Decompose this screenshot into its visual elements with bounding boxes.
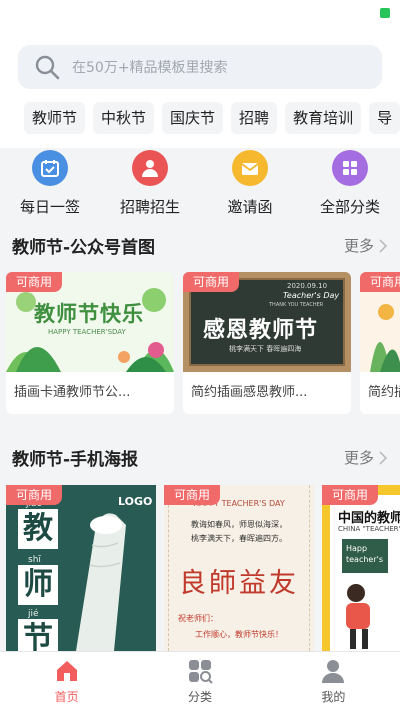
template-card[interactable]: 可商用 教师节快乐 HAPPY TEACHER'SDAY 插画卡通教师节公... — [6, 272, 174, 414]
grid-icon — [332, 150, 368, 186]
quick-label: 全部分类 — [319, 198, 380, 216]
card-title: 插画卡通教师节公... — [14, 385, 131, 400]
art-title: 教师节快乐 — [34, 302, 144, 326]
poster-card[interactable]: 可商用 中国的教师 CHINA "TEACHER" Happ teacher's — [322, 485, 400, 651]
wechat-cover-row: 可商用 教师节快乐 HAPPY TEACHER'SDAY 插画卡通教师节公...… — [6, 272, 400, 414]
header: 在50万+精品模板里搜索 教师节 中秋节 国庆节 招聘 教育培训 导 — [0, 0, 400, 148]
chip-more[interactable]: 导 — [369, 102, 400, 134]
home-icon — [56, 661, 77, 681]
chip-mid-autumn[interactable]: 中秋节 — [93, 102, 155, 134]
chevron-right-icon — [379, 450, 388, 465]
template-card[interactable]: 可商用 简约插... — [360, 272, 400, 414]
pinyin-2: shī — [28, 555, 41, 565]
poster-line-1: 教诲如春风，师恩似海深， — [191, 520, 287, 529]
quick-actions: 每日一签 招聘招生 邀请函 全部分类 — [0, 150, 400, 222]
section2-more-link[interactable]: 更多 — [344, 447, 388, 468]
bottom-tab-bar: 首页 分类 我的 — [0, 651, 400, 710]
poster-wish: 工作顺心，教师节快乐！ — [195, 630, 283, 639]
art-subtitle: HAPPY TEACHER'SDAY — [48, 328, 126, 336]
poster-greet: 祝老师们： — [178, 614, 218, 623]
recruit-person-icon — [132, 150, 168, 186]
section-title-mobile-poster: 教师节-手机海报 — [12, 450, 139, 470]
search-icon — [35, 55, 60, 80]
hanzi-2: 师 — [18, 565, 58, 605]
quick-label: 邀请函 — [227, 198, 273, 216]
quick-all-categories[interactable]: 全部分类 — [300, 150, 400, 222]
art-line: 桃李满天下 春晖遍四海 — [229, 345, 302, 353]
more-label: 更多 — [343, 237, 374, 255]
commercial-badge: 可商用 — [6, 272, 63, 292]
tag-chips: 教师节 中秋节 国庆节 招聘 教育培训 导 — [24, 102, 400, 134]
quick-label: 招聘招生 — [119, 198, 180, 216]
art-subtitle: THANK YOU TEACHER — [269, 302, 324, 308]
quick-label: 每日一签 — [19, 198, 80, 216]
poster-card[interactable]: 可商用 LOGO jiào 教 shī 师 jié 节 — [6, 485, 156, 651]
quick-daily-sign[interactable]: 每日一签 — [0, 150, 100, 222]
art-title: 感恩教师节 — [203, 318, 319, 343]
chip-education[interactable]: 教育培训 — [285, 102, 362, 134]
card-title: 简约插画感恩教师... — [191, 385, 308, 400]
commercial-badge: 可商用 — [164, 485, 221, 505]
commercial-badge: 可商用 — [6, 485, 63, 505]
category-icon — [188, 660, 213, 684]
commercial-badge: 可商用 — [322, 485, 379, 505]
profile-icon — [322, 660, 345, 683]
chip-teachers-day[interactable]: 教师节 — [24, 102, 86, 134]
tab-label: 首页 — [54, 690, 79, 704]
commercial-badge: 可商用 — [360, 272, 400, 292]
commercial-badge: 可商用 — [183, 272, 240, 292]
tab-home[interactable]: 首页 — [0, 652, 133, 710]
art-tag: Teacher's Day — [283, 291, 340, 300]
template-card[interactable]: 可商用 2020.09.10 Teacher's Day THANK YOU T… — [183, 272, 351, 414]
poster-calligraphy: 良師益友 — [179, 568, 299, 599]
art-date: 2020.09.10 — [287, 282, 328, 290]
calendar-icon — [32, 150, 68, 186]
tab-label: 我的 — [321, 690, 346, 704]
quick-recruit[interactable]: 招聘招生 — [100, 150, 200, 222]
tab-label: 分类 — [187, 690, 212, 704]
poster-line-2: 桃李满天下，春晖遍四方。 — [191, 534, 287, 543]
envelope-icon — [232, 150, 268, 186]
search-placeholder: 在50万+精品模板里搜索 — [72, 60, 228, 76]
chip-recruit[interactable]: 招聘 — [231, 102, 278, 134]
pinyin-3: jié — [28, 609, 39, 619]
poster-card[interactable]: 可商用 HAPPY TEACHER'S DAY 教诲如春风，师恩似海深， 桃李满… — [164, 485, 314, 651]
quick-invitation[interactable]: 邀请函 — [200, 150, 300, 222]
hanzi-1: 教 — [18, 509, 58, 549]
more-label: 更多 — [343, 449, 374, 467]
section1-more-link[interactable]: 更多 — [344, 235, 388, 256]
mobile-poster-row: 可商用 LOGO jiào 教 shī 师 jié 节 可商用 HAPPY TE… — [6, 485, 400, 651]
template-thumbnail: 可商用 2020.09.10 Teacher's Day THANK YOU T… — [183, 272, 351, 372]
chip-national-day[interactable]: 国庆节 — [162, 102, 224, 134]
card-title: 简约插... — [368, 385, 400, 400]
teacher-illustration — [346, 584, 370, 649]
search-bar[interactable]: 在50万+精品模板里搜索 — [18, 45, 382, 89]
chevron-right-icon — [379, 238, 388, 253]
hanzi-3: 节 — [18, 619, 58, 651]
template-thumbnail: 可商用 教师节快乐 HAPPY TEACHER'SDAY — [6, 272, 174, 372]
tab-profile[interactable]: 我的 — [267, 652, 400, 710]
template-thumbnail: 可商用 — [360, 272, 400, 372]
tab-category[interactable]: 分类 — [133, 652, 266, 710]
section-title-wechat-cover: 教师节-公众号首图 — [12, 238, 156, 258]
status-indicator — [380, 8, 390, 18]
